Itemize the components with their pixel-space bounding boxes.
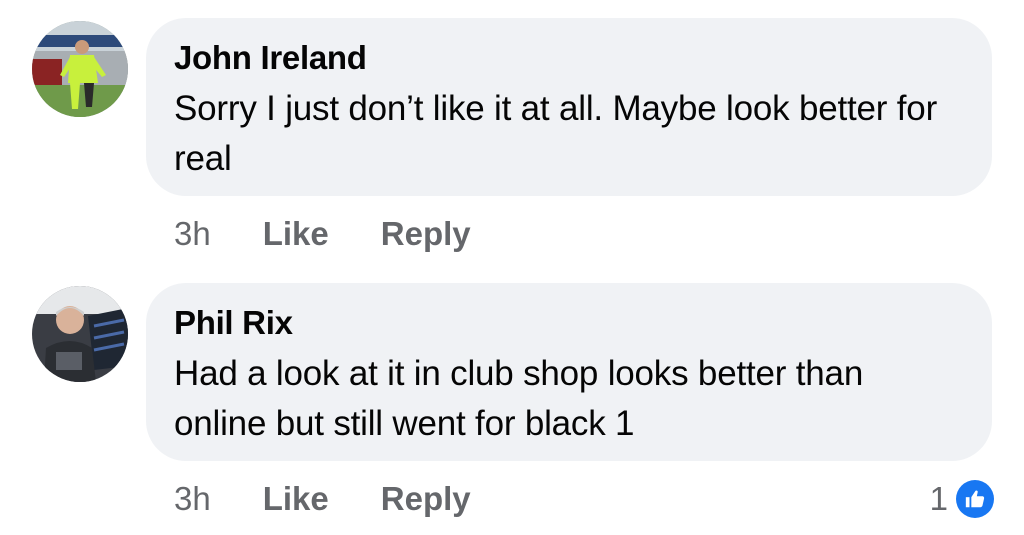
comment-actions: 3h Like Reply — [174, 214, 471, 254]
comment-text: Had a look at it in club shop looks bett… — [174, 354, 864, 443]
comment-text: Sorry I just don’t like it at all. Maybe… — [174, 89, 938, 178]
avatar[interactable] — [32, 286, 128, 382]
avatar[interactable] — [32, 21, 128, 117]
reply-button[interactable]: Reply — [381, 480, 471, 518]
avatar-photo — [32, 286, 128, 382]
comment-author[interactable]: John Ireland — [174, 38, 964, 78]
comment-author[interactable]: Phil Rix — [174, 303, 964, 343]
comment-bubble: Phil Rix Had a look at it in club shop l… — [146, 283, 992, 461]
like-button[interactable]: Like — [263, 480, 329, 518]
comment-timestamp[interactable]: 3h — [174, 215, 211, 253]
reaction-summary[interactable]: 1 — [930, 479, 994, 519]
like-button[interactable]: Like — [263, 215, 329, 253]
thumbs-up-icon — [956, 480, 994, 518]
comment-timestamp[interactable]: 3h — [174, 480, 211, 518]
comment-actions: 3h Like Reply — [174, 479, 471, 519]
comment-bubble: John Ireland Sorry I just don’t like it … — [146, 18, 992, 196]
avatar-photo — [32, 21, 128, 117]
reaction-count: 1 — [929, 480, 948, 517]
reply-button[interactable]: Reply — [381, 215, 471, 253]
